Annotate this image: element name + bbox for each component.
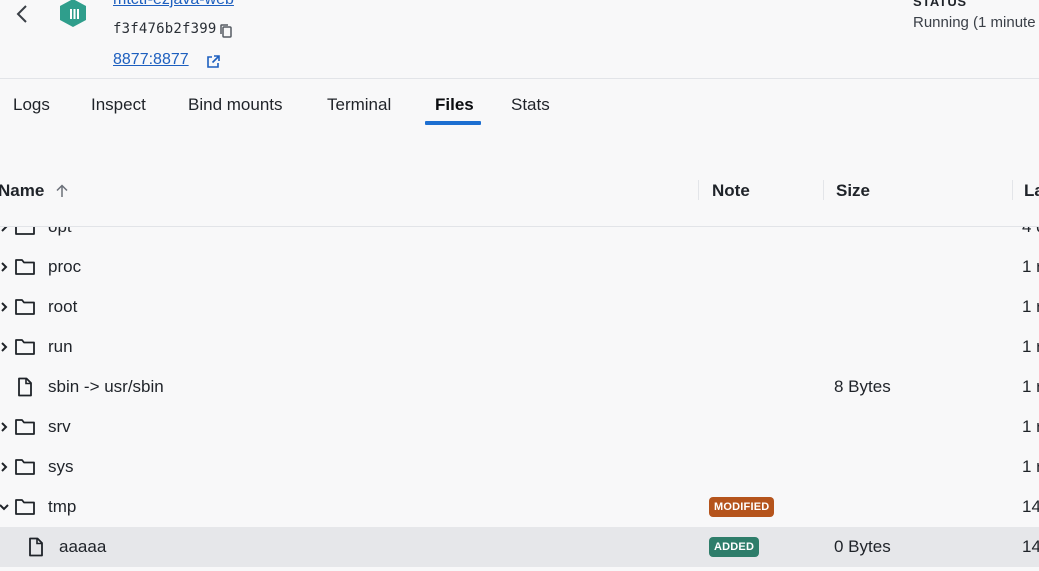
chevron-right-icon[interactable] <box>0 260 10 274</box>
folder-icon <box>14 297 36 317</box>
last-modified: 4 d <box>1022 227 1039 237</box>
folder-icon <box>14 257 36 277</box>
file-row-opt[interactable]: opt 4 d <box>0 227 1039 247</box>
file-row-sys[interactable]: sys 1 r <box>0 447 1039 487</box>
file-icon <box>14 377 36 397</box>
external-link-icon[interactable] <box>205 54 221 70</box>
file-size: 8 Bytes <box>834 377 891 396</box>
column-last-modified[interactable]: La <box>1024 181 1039 201</box>
status-label: STATUS <box>913 0 967 9</box>
file-size: 0 Bytes <box>834 537 891 556</box>
file-name: proc <box>48 257 82 276</box>
container-name-link[interactable]: mtctf-ezjava-web <box>113 0 234 9</box>
column-note[interactable]: Note <box>712 181 750 201</box>
chevron-down-icon[interactable] <box>0 500 10 514</box>
tab-files[interactable]: Files <box>435 95 474 115</box>
container-id: f3f476b2f399 <box>113 21 217 37</box>
container-icon <box>60 0 86 27</box>
file-name: sbin -> usr/sbin <box>48 377 164 396</box>
column-size[interactable]: Size <box>836 181 870 201</box>
file-row-root[interactable]: root 1 r <box>0 287 1039 327</box>
file-icon <box>25 537 47 557</box>
file-row-run[interactable]: run 1 r <box>0 327 1039 367</box>
container-header: mtctf-ezjava-web f3f476b2f399 8877:8877 … <box>0 0 1039 79</box>
file-name: tmp <box>48 497 77 516</box>
last-modified: 14 <box>1022 537 1039 556</box>
last-modified: 1 r <box>1022 337 1039 356</box>
column-divider[interactable] <box>1012 180 1013 200</box>
added-badge: ADDED <box>709 537 760 557</box>
file-name: run <box>48 337 73 356</box>
folder-icon <box>14 417 36 437</box>
file-name: srv <box>48 417 71 436</box>
chevron-right-icon[interactable] <box>0 340 10 354</box>
tab-inspect[interactable]: Inspect <box>91 95 146 115</box>
tab-terminal[interactable]: Terminal <box>327 95 391 115</box>
last-modified: 1 r <box>1022 297 1039 316</box>
last-modified: 1 r <box>1022 377 1039 396</box>
active-tab-indicator <box>425 121 481 125</box>
column-name[interactable]: Name <box>0 181 44 201</box>
folder-icon <box>14 457 36 477</box>
status-value: Running (1 minute <box>913 14 1036 31</box>
file-list: opt4 dproc1 rroot1 rrun1 rsbin -> usr/sb… <box>0 227 1039 571</box>
column-divider[interactable] <box>823 180 824 200</box>
last-modified: 1 r <box>1022 257 1039 276</box>
tab-stats[interactable]: Stats <box>511 95 550 115</box>
tab-bar: Logs Inspect Bind mounts Terminal Files … <box>0 79 1039 127</box>
file-row-sbin-usr-sbin[interactable]: sbin -> usr/sbin 8 Bytes 1 r <box>0 367 1039 407</box>
file-name: opt <box>48 227 72 237</box>
file-row-tmp[interactable]: tmp MODIFIED 14 <box>0 487 1039 527</box>
copy-icon[interactable] <box>218 23 234 39</box>
file-name: sys <box>48 457 74 476</box>
file-name: aaaaa <box>59 537 107 556</box>
file-name: root <box>48 297 78 316</box>
file-row-proc[interactable]: proc 1 r <box>0 247 1039 287</box>
folder-icon <box>14 227 36 237</box>
last-modified: 1 r <box>1022 417 1039 436</box>
folder-icon <box>14 337 36 357</box>
back-icon[interactable] <box>12 3 34 25</box>
file-row-aaaaa[interactable]: aaaaa ADDED 0 Bytes 14 <box>0 527 1039 567</box>
arrow-up-icon[interactable] <box>54 183 70 199</box>
tab-bind-mounts[interactable]: Bind mounts <box>188 95 283 115</box>
chevron-right-icon[interactable] <box>0 227 10 234</box>
column-divider[interactable] <box>698 180 699 200</box>
last-modified: 1 r <box>1022 457 1039 476</box>
port-link[interactable]: 8877:8877 <box>113 51 189 69</box>
table-header: Name Note Size La <box>0 156 1039 227</box>
modified-badge: MODIFIED <box>709 497 775 517</box>
chevron-right-icon[interactable] <box>0 420 10 434</box>
file-row-srv[interactable]: srv 1 r <box>0 407 1039 447</box>
last-modified: 14 <box>1022 497 1039 516</box>
chevron-right-icon[interactable] <box>0 300 10 314</box>
tab-logs[interactable]: Logs <box>13 95 50 115</box>
folder-icon <box>14 497 36 517</box>
chevron-right-icon[interactable] <box>0 460 10 474</box>
